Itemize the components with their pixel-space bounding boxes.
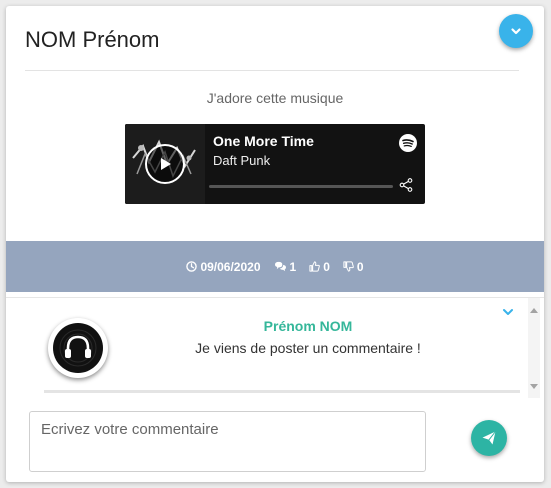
post-author-title: NOM Prénom	[25, 27, 160, 52]
scroll-up-arrow-icon[interactable]	[530, 308, 538, 313]
headphones-avatar-icon	[53, 323, 103, 373]
comment-count: 1	[289, 259, 297, 274]
dislike-stat[interactable]: 0	[343, 260, 364, 274]
comment-author[interactable]: Prénom NOM	[106, 318, 510, 334]
spotify-player[interactable]: One More Time Daft Punk	[125, 124, 425, 204]
spotify-icon[interactable]	[399, 134, 417, 152]
date-stat: 09/06/2020	[186, 259, 261, 274]
clock-icon	[186, 261, 198, 272]
post-header: NOM Prénom	[25, 24, 519, 71]
comments-scrollbar[interactable]	[528, 298, 540, 398]
post-card: NOM Prénom J'adore cette musique One Mor…	[6, 6, 544, 482]
thumbs-up-icon	[309, 261, 321, 272]
comment-input[interactable]	[29, 411, 426, 472]
comment-text: Je viens de poster un commentaire !	[195, 340, 421, 356]
track-progress-bar[interactable]	[209, 185, 393, 188]
album-cover	[125, 124, 205, 204]
comments-list[interactable]: Prénom NOM Je viens de poster un comment…	[6, 297, 544, 398]
track-title[interactable]: One More Time	[213, 133, 314, 149]
track-artist[interactable]: Daft Punk	[213, 153, 270, 168]
comments-icon	[274, 261, 286, 272]
post-stats-bar: 09/06/2020 1 0 0	[6, 241, 544, 292]
share-icon[interactable]	[399, 178, 413, 192]
paper-plane-icon	[482, 431, 496, 445]
play-button[interactable]	[145, 144, 185, 184]
chevron-down-icon	[511, 28, 521, 35]
post-options-button[interactable]	[499, 14, 533, 48]
play-icon	[161, 158, 171, 170]
comment-count-stat[interactable]: 1	[274, 259, 297, 274]
like-stat[interactable]: 0	[309, 260, 330, 274]
dislike-count: 0	[356, 259, 364, 274]
scroll-down-arrow-icon[interactable]	[530, 384, 538, 389]
avatar[interactable]	[48, 318, 108, 378]
comment-divider	[44, 390, 520, 393]
like-count: 0	[323, 259, 330, 274]
post-caption: J'adore cette musique	[206, 90, 344, 106]
chevron-down-icon[interactable]	[502, 306, 514, 318]
send-comment-button[interactable]	[471, 420, 507, 456]
thumbs-down-icon	[343, 261, 354, 272]
post-date: 09/06/2020	[200, 259, 261, 274]
